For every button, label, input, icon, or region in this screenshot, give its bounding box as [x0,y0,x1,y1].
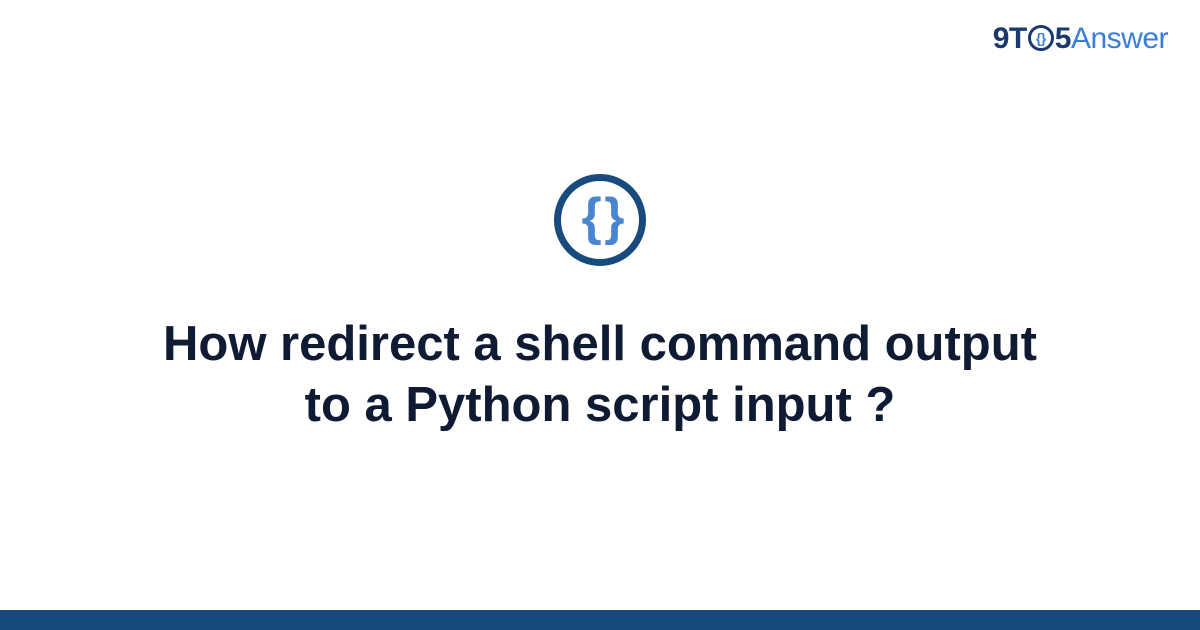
footer-accent-bar [0,610,1200,630]
category-icon-circle: { } [554,174,646,266]
main-content: { } How redirect a shell command output … [0,0,1200,610]
question-title: How redirect a shell command output to a… [120,314,1080,437]
code-braces-icon: { } [582,191,619,243]
